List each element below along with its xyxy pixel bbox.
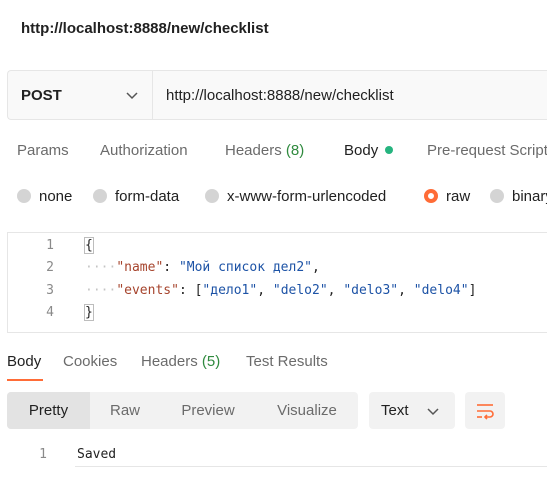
- request-title: http://localhost:8888/new/checklist: [21, 20, 269, 37]
- tab-body[interactable]: Body: [344, 142, 394, 159]
- view-pretty[interactable]: Pretty: [7, 392, 90, 429]
- method-label: POST: [21, 87, 62, 104]
- line-number: 3: [46, 283, 54, 298]
- json-string: "delo2": [272, 283, 328, 298]
- radio-none-label: none: [39, 187, 73, 205]
- view-preview[interactable]: Preview: [160, 392, 256, 429]
- response-divider: [75, 466, 547, 467]
- radio-binary[interactable]: binary: [490, 186, 547, 206]
- chevron-down-icon: [427, 408, 439, 416]
- code-line: {: [84, 237, 94, 254]
- line-number: 2: [46, 260, 54, 275]
- response-tab-cookies[interactable]: Cookies: [63, 353, 117, 370]
- json-string: "Мой список дел2": [178, 260, 312, 275]
- url-bar: POST http://localhost:8888/new/checklist: [7, 70, 547, 120]
- response-tab-headers-label: Headers: [141, 353, 198, 370]
- json-key: "name": [116, 260, 164, 275]
- format-select[interactable]: Text: [369, 392, 455, 429]
- code-line: }: [84, 304, 94, 321]
- response-tab-headers-count: (5): [201, 353, 221, 370]
- json-string: "delo4": [413, 283, 469, 298]
- radio-raw-label: raw: [446, 187, 471, 205]
- radio-unchecked-icon: [93, 189, 107, 203]
- radio-checked-icon: [424, 189, 438, 203]
- url-input[interactable]: http://localhost:8888/new/checklist: [166, 87, 394, 104]
- close-brace: }: [84, 304, 94, 321]
- response-tab-headers[interactable]: Headers (5): [141, 353, 220, 370]
- radio-raw[interactable]: raw: [424, 186, 470, 206]
- view-mode-toggle: Pretty Raw Preview Visualize: [7, 392, 358, 429]
- view-raw[interactable]: Raw: [90, 392, 160, 429]
- radio-unchecked-icon: [490, 189, 504, 203]
- tab-headers[interactable]: Headers (8): [225, 142, 304, 159]
- radio-binary-label: binary: [512, 187, 547, 205]
- code-line: ····"events": ["дело1", "delo2", "delo3"…: [85, 283, 477, 298]
- line-number: 4: [46, 305, 54, 320]
- view-visualize[interactable]: Visualize: [256, 392, 358, 429]
- code-line: ····"name": "Мой список дел2",: [85, 260, 320, 275]
- line-number: 1: [46, 238, 54, 253]
- response-tab-test-results[interactable]: Test Results: [246, 353, 328, 370]
- tab-authorization[interactable]: Authorization: [100, 142, 188, 159]
- radio-none[interactable]: none: [17, 186, 72, 206]
- tab-headers-label: Headers: [225, 142, 282, 159]
- response-tab-body[interactable]: Body: [7, 353, 41, 370]
- indent-guide: ····: [85, 283, 117, 298]
- request-body-editor[interactable]: 1 2 3 4 { ····"name": "Мой список дел2",…: [7, 232, 547, 333]
- active-dot-icon: [385, 146, 394, 154]
- radio-urlencoded[interactable]: x-www-form-urlencoded: [205, 186, 386, 206]
- method-select[interactable]: POST: [8, 71, 153, 119]
- chevron-down-icon: [126, 92, 138, 100]
- json-string: "delo3": [343, 283, 399, 298]
- response-line-number: 1: [39, 447, 47, 462]
- open-brace: {: [84, 237, 94, 254]
- radio-unchecked-icon: [205, 189, 219, 203]
- json-key: "events": [116, 283, 179, 298]
- tab-prerequest-script[interactable]: Pre-request Script: [427, 142, 547, 159]
- radio-unchecked-icon: [17, 189, 31, 203]
- active-tab-underline: [7, 379, 43, 381]
- tab-body-label: Body: [344, 142, 379, 159]
- wrap-lines-icon: [477, 404, 494, 420]
- radio-form-data-label: form-data: [115, 187, 180, 205]
- tab-headers-count: (8): [285, 142, 305, 159]
- tab-params[interactable]: Params: [17, 142, 69, 159]
- indent-guide: ····: [85, 260, 117, 275]
- json-string: "дело1": [202, 283, 258, 298]
- format-label: Text: [381, 402, 409, 419]
- radio-urlencoded-label: x-www-form-urlencoded: [227, 187, 387, 205]
- wrap-lines-button[interactable]: [465, 392, 505, 429]
- response-body-text: Saved: [77, 447, 117, 462]
- radio-form-data[interactable]: form-data: [93, 186, 179, 206]
